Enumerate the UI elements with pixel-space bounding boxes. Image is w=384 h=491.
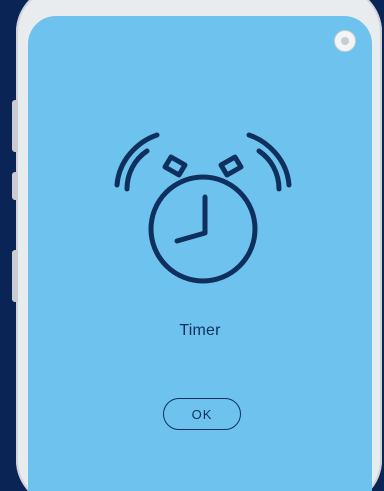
volume-down-button[interactable] bbox=[12, 172, 18, 200]
power-button[interactable] bbox=[12, 250, 18, 302]
dialog-title: Timer bbox=[179, 322, 221, 339]
front-camera-icon bbox=[334, 30, 356, 52]
alarm-clock-icon bbox=[114, 132, 292, 284]
app-stage: Timer OK bbox=[0, 0, 384, 491]
ok-button[interactable]: OK bbox=[163, 398, 241, 430]
volume-up-button[interactable] bbox=[12, 100, 18, 152]
phone-screen: Timer OK bbox=[28, 16, 372, 491]
